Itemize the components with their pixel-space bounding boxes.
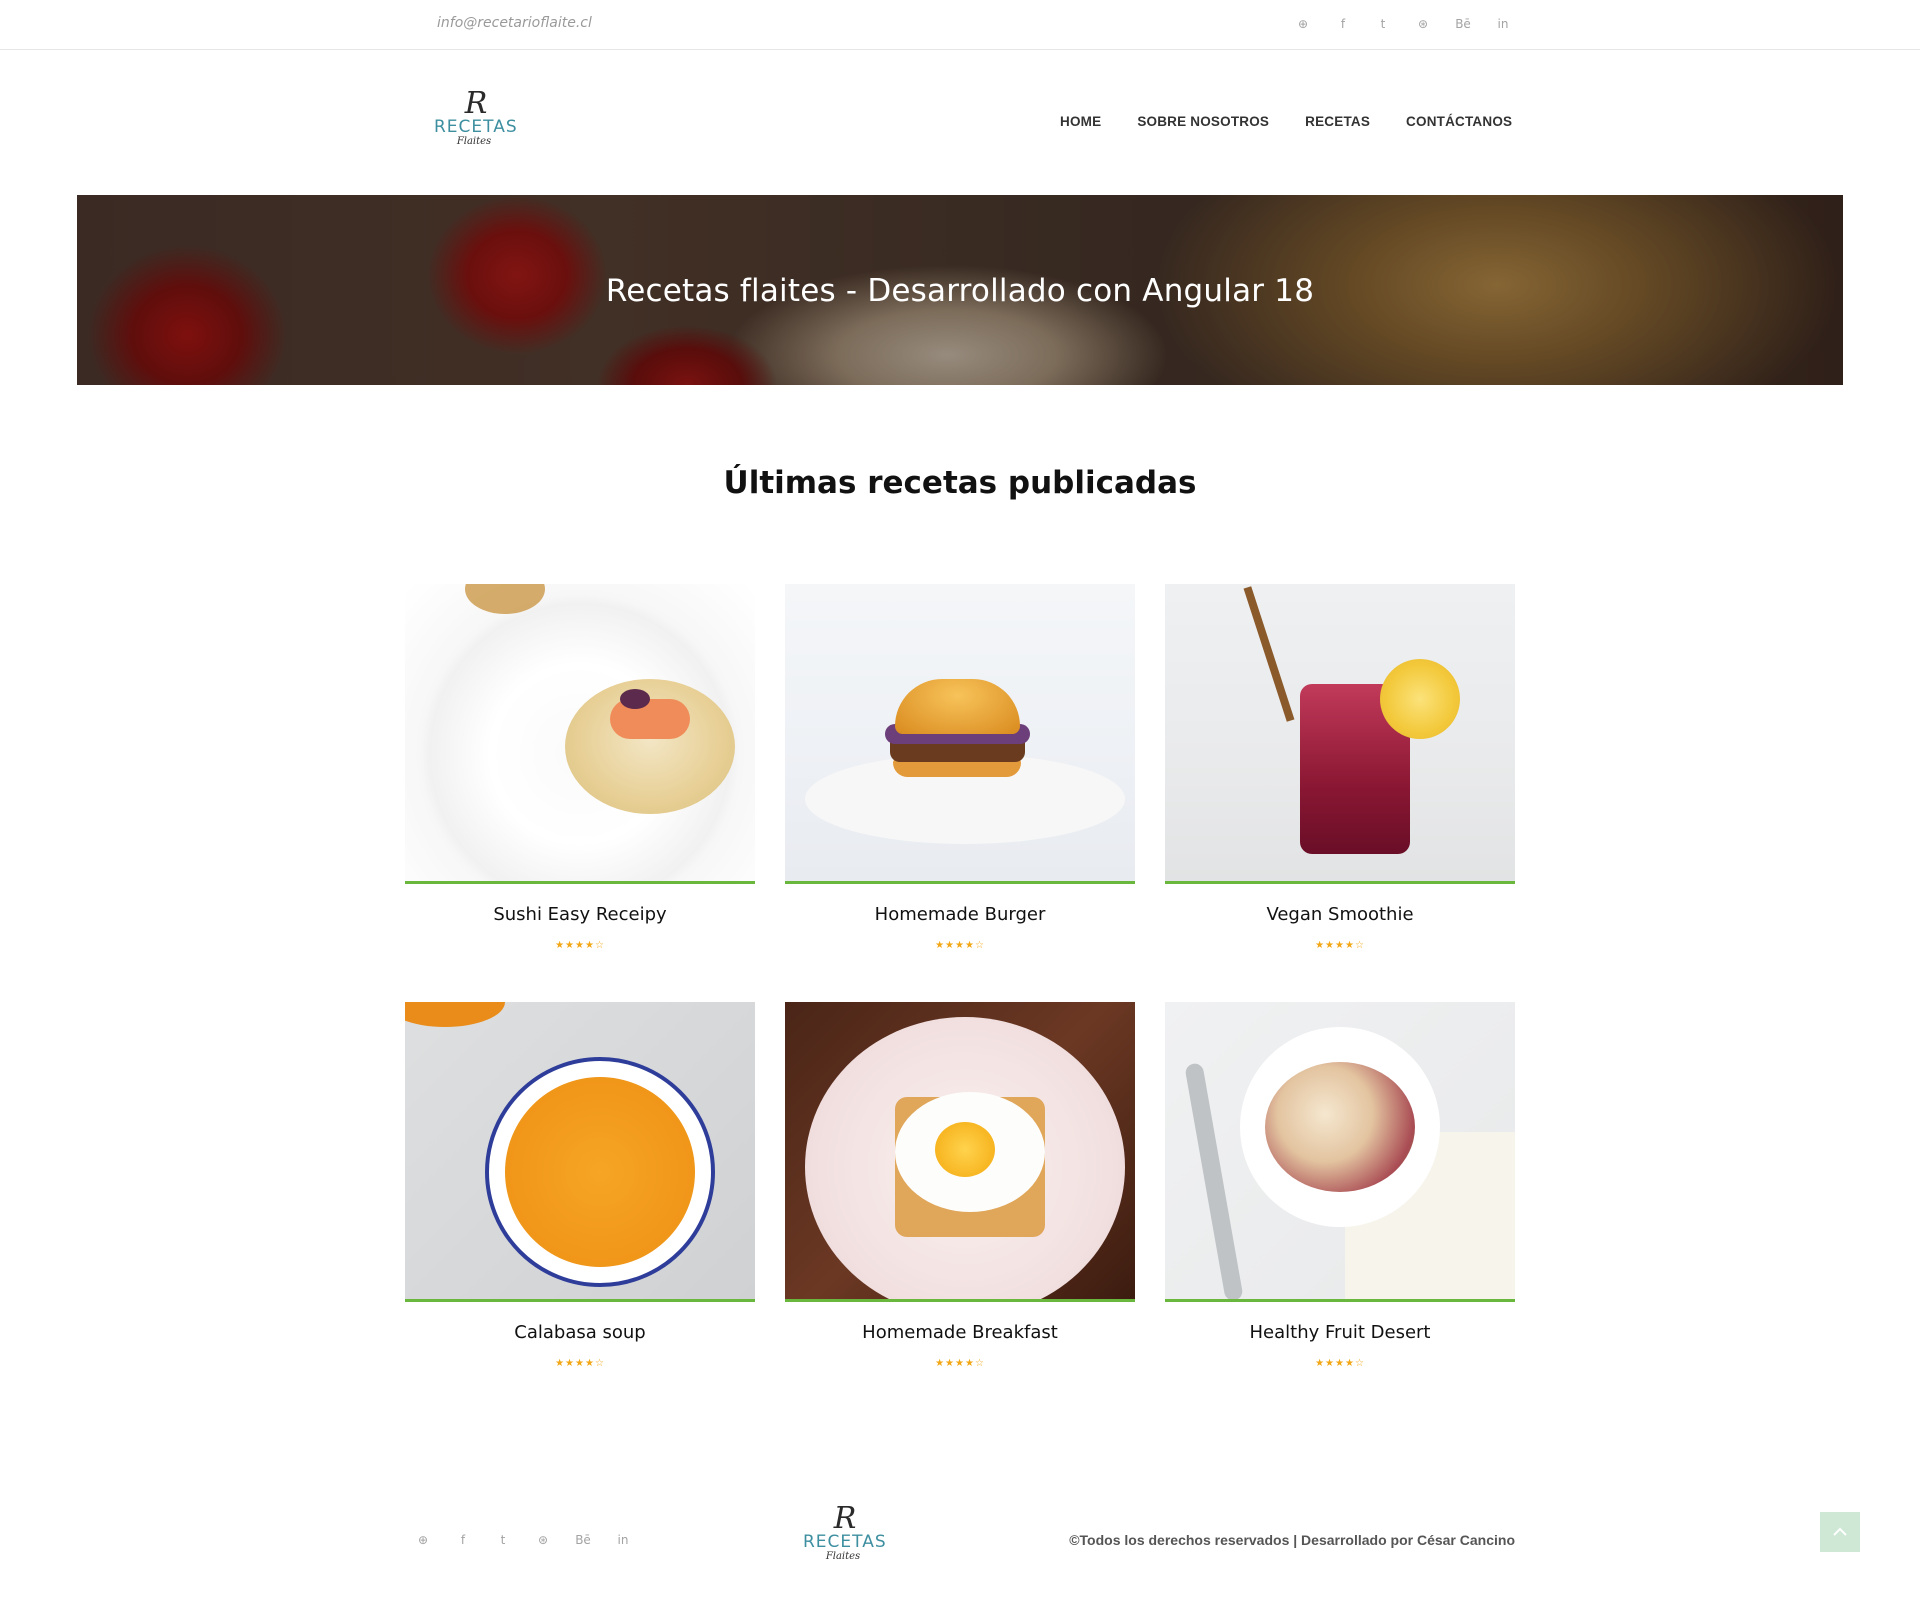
footer-social-links: ⊕ f t ⊛ Bē in — [403, 1530, 643, 1550]
recipe-name[interactable]: Vegan Smoothie — [1165, 904, 1515, 925]
logo-subtitle: Flaites — [456, 136, 492, 147]
recipe-image[interactable] — [405, 584, 755, 884]
nav-sobre-nosotros[interactable]: SOBRE NOSOTROS — [1137, 114, 1269, 129]
recipe-card[interactable]: Calabasa soup ★★★★☆ — [405, 1002, 755, 1397]
footer-logo[interactable]: R RECETAS Flaites — [803, 1501, 887, 1575]
recipe-image[interactable] — [1165, 584, 1515, 884]
facebook-icon[interactable]: f — [443, 1530, 483, 1550]
dribbble-icon[interactable]: ⊛ — [1403, 14, 1443, 34]
hero-title: Recetas flaites - Desarrollado con Angul… — [605, 273, 1315, 309]
logo-title: RECETAS — [434, 117, 518, 137]
linkedin-icon[interactable]: in — [603, 1530, 643, 1550]
site-logo[interactable]: R RECETAS Flaites — [434, 86, 518, 160]
dribbble-icon[interactable]: ⊛ — [523, 1530, 563, 1550]
recipe-name[interactable]: Sushi Easy Receipy — [405, 904, 755, 925]
star-rating: ★★★★☆ — [555, 1358, 605, 1369]
recipe-card[interactable]: Homemade Breakfast ★★★★☆ — [785, 1002, 1135, 1397]
logo-subtitle: Flaites — [825, 1551, 861, 1562]
star-rating: ★★★★☆ — [1315, 1358, 1365, 1369]
copyright-text: ©Todos los derechos reservados | Desarro… — [1069, 1532, 1515, 1548]
logo-initial: R — [833, 1501, 857, 1536]
behance-icon[interactable]: Bē — [563, 1530, 603, 1550]
twitter-icon[interactable]: t — [1363, 14, 1403, 34]
recipe-card[interactable]: Healthy Fruit Desert ★★★★☆ — [1165, 1002, 1515, 1397]
recipe-card[interactable]: Homemade Burger ★★★★☆ — [785, 584, 1135, 979]
linkedin-icon[interactable]: in — [1483, 14, 1523, 34]
recipe-image[interactable] — [785, 1002, 1135, 1302]
chevron-up-icon — [1833, 1521, 1847, 1542]
contact-email[interactable]: info@recetarioflaite.cl — [437, 15, 592, 31]
top-bar: info@recetarioflaite.cl ⊕ f t ⊛ Bē in — [0, 0, 1920, 50]
recipe-image[interactable] — [405, 1002, 755, 1302]
facebook-icon[interactable]: f — [1323, 14, 1363, 34]
hero-banner: Recetas flaites - Desarrollado con Angul… — [77, 195, 1843, 385]
section-title: Últimas recetas publicadas — [723, 465, 1197, 501]
recipe-image[interactable] — [785, 584, 1135, 884]
twitter-icon[interactable]: t — [483, 1530, 523, 1550]
recipe-card[interactable]: Sushi Easy Receipy ★★★★☆ — [405, 584, 755, 979]
nav-recetas[interactable]: RECETAS — [1305, 114, 1370, 129]
star-rating: ★★★★☆ — [555, 940, 605, 951]
star-rating: ★★★★☆ — [935, 940, 985, 951]
recipe-name[interactable]: Homemade Burger — [785, 904, 1135, 925]
recipe-image[interactable] — [1165, 1002, 1515, 1302]
recipe-card[interactable]: Vegan Smoothie ★★★★☆ — [1165, 584, 1515, 979]
nav-contactanos[interactable]: CONTÁCTANOS — [1406, 114, 1512, 129]
behance-icon[interactable]: Bē — [1443, 14, 1483, 34]
scroll-top-button[interactable] — [1820, 1512, 1860, 1552]
star-rating: ★★★★☆ — [1315, 940, 1365, 951]
recipe-name[interactable]: Homemade Breakfast — [785, 1322, 1135, 1343]
main-nav: HOME SOBRE NOSOTROS RECETAS CONTÁCTANOS — [1060, 114, 1548, 129]
pinterest-icon[interactable]: ⊕ — [403, 1530, 443, 1550]
recipe-name[interactable]: Healthy Fruit Desert — [1165, 1322, 1515, 1343]
pinterest-icon[interactable]: ⊕ — [1283, 14, 1323, 34]
star-rating: ★★★★☆ — [935, 1358, 985, 1369]
logo-initial: R — [464, 86, 488, 121]
logo-title: RECETAS — [803, 1532, 887, 1552]
recipe-name[interactable]: Calabasa soup — [405, 1322, 755, 1343]
nav-home[interactable]: HOME — [1060, 114, 1101, 129]
top-social-links: ⊕ f t ⊛ Bē in — [1283, 14, 1523, 34]
